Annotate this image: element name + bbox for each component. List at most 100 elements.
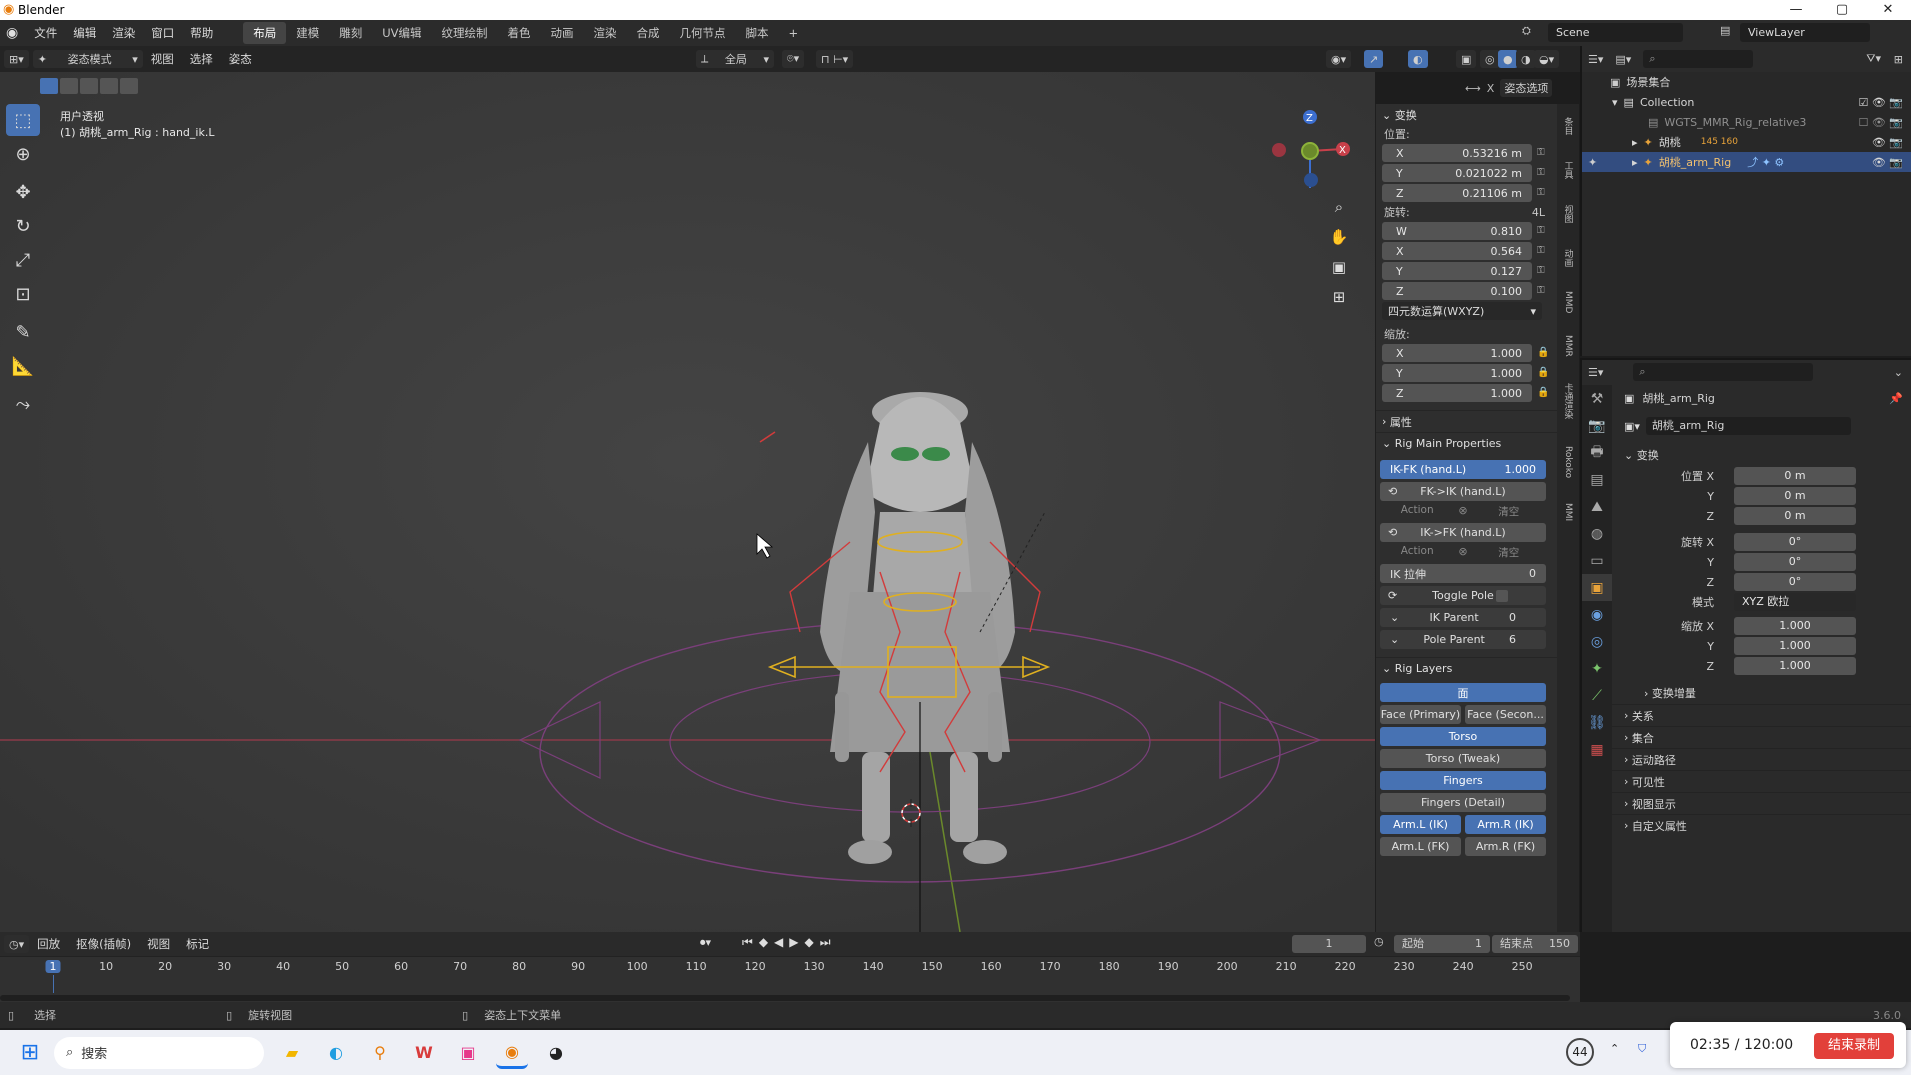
- select-intersect-icon[interactable]: [120, 78, 138, 94]
- rotation-mode-dropdown[interactable]: XYZ 欧拉: [1734, 593, 1856, 611]
- frame-ruler[interactable]: 1 10 20 30 40 50 60 70 80 90 100 110 120 130 140 150 160…: [0, 957, 1580, 993]
- lock-icon[interactable]: 🔒: [1537, 348, 1549, 358]
- maximize-icon[interactable]: ▢: [1819, 0, 1865, 20]
- filter-icon[interactable]: ⛛▾: [1866, 52, 1881, 66]
- solid-shading-icon[interactable]: ●: [1498, 50, 1518, 68]
- tab-mmr[interactable]: MMR: [1557, 324, 1579, 368]
- clear-label[interactable]: 清空: [1472, 545, 1546, 561]
- obj-location-x-field[interactable]: 0 m: [1734, 467, 1856, 485]
- layer-face-primary-button[interactable]: Face (Primary): [1380, 705, 1461, 724]
- mode-selector[interactable]: ✦ 姿态模式 ▾: [32, 50, 143, 68]
- layer-face-button[interactable]: 面: [1380, 683, 1546, 702]
- tab-shading[interactable]: 着色: [498, 22, 541, 44]
- tab-sculpting[interactable]: 雕刻: [329, 22, 372, 44]
- current-frame-marker[interactable]: 1: [45, 960, 61, 973]
- lock-icon[interactable]: 🔒: [1537, 388, 1549, 398]
- tab-rokoko[interactable]: Rokoko: [1557, 434, 1579, 490]
- chevron-down-icon[interactable]: ⌄: [1894, 366, 1903, 379]
- menu-render[interactable]: 渲染: [104, 25, 143, 41]
- properties-panel-header[interactable]: › 属性: [1376, 410, 1557, 432]
- move-tool-icon[interactable]: ✥: [6, 176, 40, 208]
- visibility-icon[interactable]: ◉▾: [1326, 50, 1352, 68]
- location-z-field[interactable]: Z 0.21106 m: [1382, 184, 1532, 202]
- annotate-tool-icon[interactable]: ✎: [6, 316, 40, 348]
- play-icon[interactable]: ▶: [789, 935, 804, 949]
- object-props-icon[interactable]: ▣: [1582, 574, 1612, 601]
- wps-office-icon[interactable]: W: [408, 1037, 440, 1069]
- security-shield-icon[interactable]: ⛉: [1638, 1042, 1646, 1056]
- jump-start-icon[interactable]: ⏮: [742, 935, 759, 949]
- timeline-scrollbar[interactable]: [0, 995, 1570, 1001]
- media-app-icon[interactable]: ▣: [452, 1037, 484, 1069]
- chevron-right-icon[interactable]: ▸: [1632, 136, 1638, 149]
- fk-to-ik-button[interactable]: ⟲ FK->IK (hand.L): [1380, 482, 1546, 501]
- pin-icon[interactable]: 📌: [1889, 392, 1903, 405]
- playback-menu[interactable]: 回放: [29, 936, 68, 952]
- modifier-props-icon[interactable]: ◉: [1582, 601, 1612, 628]
- chevron-down-icon[interactable]: ▾: [1612, 96, 1618, 109]
- menu-help[interactable]: 帮助: [182, 25, 221, 41]
- unlock-icon[interactable]: ⚿: [1537, 286, 1547, 296]
- play-reverse-icon[interactable]: ◀: [774, 935, 789, 949]
- bone-props-icon[interactable]: ⟋: [1582, 682, 1612, 709]
- tab-animation[interactable]: 动画: [541, 22, 584, 44]
- toggle-pole-button[interactable]: ⟳ Toggle Pole: [1380, 586, 1546, 605]
- layer-torso-button[interactable]: Torso: [1380, 727, 1546, 746]
- ik-to-fk-button[interactable]: ⟲ IK->FK (hand.L): [1380, 523, 1546, 542]
- rotation-w-field[interactable]: W 0.810: [1382, 222, 1532, 240]
- display-mode-icon[interactable]: ▤▾: [1615, 53, 1631, 66]
- scene-selector[interactable]: Scene: [1548, 23, 1683, 42]
- scale-tool-icon[interactable]: ⤢: [6, 244, 40, 276]
- camera-icon[interactable]: 📷: [1889, 156, 1903, 169]
- overlay-toggle-icon[interactable]: ◐: [1408, 50, 1428, 68]
- data-name-field[interactable]: 胡桃_arm_Rig: [1645, 417, 1851, 435]
- ik-parent-dropdown[interactable]: ⌄ IK Parent 0: [1380, 608, 1546, 627]
- tab-rendering[interactable]: 渲染: [584, 22, 627, 44]
- x-mirror-icon[interactable]: X: [1487, 82, 1495, 95]
- select-invert-icon[interactable]: [100, 78, 118, 94]
- close-icon[interactable]: ✕: [1865, 0, 1911, 20]
- eye-icon[interactable]: 👁: [1872, 116, 1886, 129]
- rendered-shading-icon[interactable]: ◒▾: [1534, 50, 1560, 68]
- material-shading-icon[interactable]: ◑: [1516, 50, 1536, 68]
- menu-pose[interactable]: 姿态: [221, 51, 260, 67]
- tab-tool[interactable]: 工具: [1557, 148, 1579, 192]
- select-box-icon[interactable]: ⬚: [6, 104, 40, 136]
- outliner-row-arm-rig[interactable]: ✦ ▸ ✦ 胡桃_arm_Rig ⤴ ✦ ⚙ 👁 📷: [1582, 152, 1911, 172]
- unlock-icon[interactable]: ⚿: [1537, 266, 1547, 276]
- eye-icon[interactable]: 👁: [1872, 136, 1886, 149]
- lock-icon[interactable]: 🔒: [1537, 368, 1549, 378]
- obj-location-y-field[interactable]: 0 m: [1734, 487, 1856, 505]
- action-label[interactable]: Action: [1380, 545, 1454, 561]
- delta-transform-header[interactable]: › 变换增量: [1582, 682, 1911, 704]
- obj-rotation-z-field[interactable]: 0°: [1734, 573, 1856, 591]
- select-new-icon[interactable]: [40, 78, 58, 94]
- tool-props-icon[interactable]: ⚒: [1582, 385, 1612, 412]
- tab-item[interactable]: 条目: [1557, 104, 1579, 148]
- windows-start-icon[interactable]: ⊞: [14, 1037, 46, 1069]
- camera-view-icon[interactable]: ▣: [1328, 252, 1350, 282]
- unlock-icon[interactable]: ⚿: [1537, 168, 1547, 178]
- rotation-z-field[interactable]: Z 0.100: [1382, 282, 1532, 300]
- chevron-right-icon[interactable]: ▸: [1632, 156, 1638, 169]
- marker-menu[interactable]: 标记: [178, 936, 217, 952]
- properties-search-input[interactable]: ⌕: [1633, 363, 1814, 381]
- minimize-icon[interactable]: —: [1773, 0, 1819, 20]
- obj-scale-z-field[interactable]: 1.000: [1734, 657, 1856, 675]
- scale-x-field[interactable]: X 1.000: [1382, 344, 1532, 362]
- rotation-x-field[interactable]: X 0.564: [1382, 242, 1532, 260]
- motion-paths-header[interactable]: › 运动路径: [1582, 748, 1911, 770]
- view-layer-icon[interactable]: ▤: [1720, 24, 1730, 37]
- clear-x-icon[interactable]: ⊗: [1458, 504, 1467, 520]
- ortho-grid-icon[interactable]: ⊞: [1328, 282, 1350, 312]
- tab-modeling[interactable]: 建模: [286, 22, 329, 44]
- pose-options-dropdown[interactable]: 姿态选项: [1500, 79, 1553, 97]
- object-transform-header[interactable]: ⌄ 变换: [1582, 444, 1911, 466]
- menu-edit[interactable]: 编辑: [65, 25, 104, 41]
- eye-icon[interactable]: 👁: [1872, 96, 1886, 109]
- file-explorer-icon[interactable]: ▰: [276, 1037, 308, 1069]
- relations-header[interactable]: › 关系: [1582, 704, 1911, 726]
- unlock-icon[interactable]: ⚿: [1537, 246, 1547, 256]
- pivot-icon[interactable]: ⌾▾: [782, 50, 805, 68]
- stop-recording-button[interactable]: 结束录制: [1814, 1033, 1894, 1059]
